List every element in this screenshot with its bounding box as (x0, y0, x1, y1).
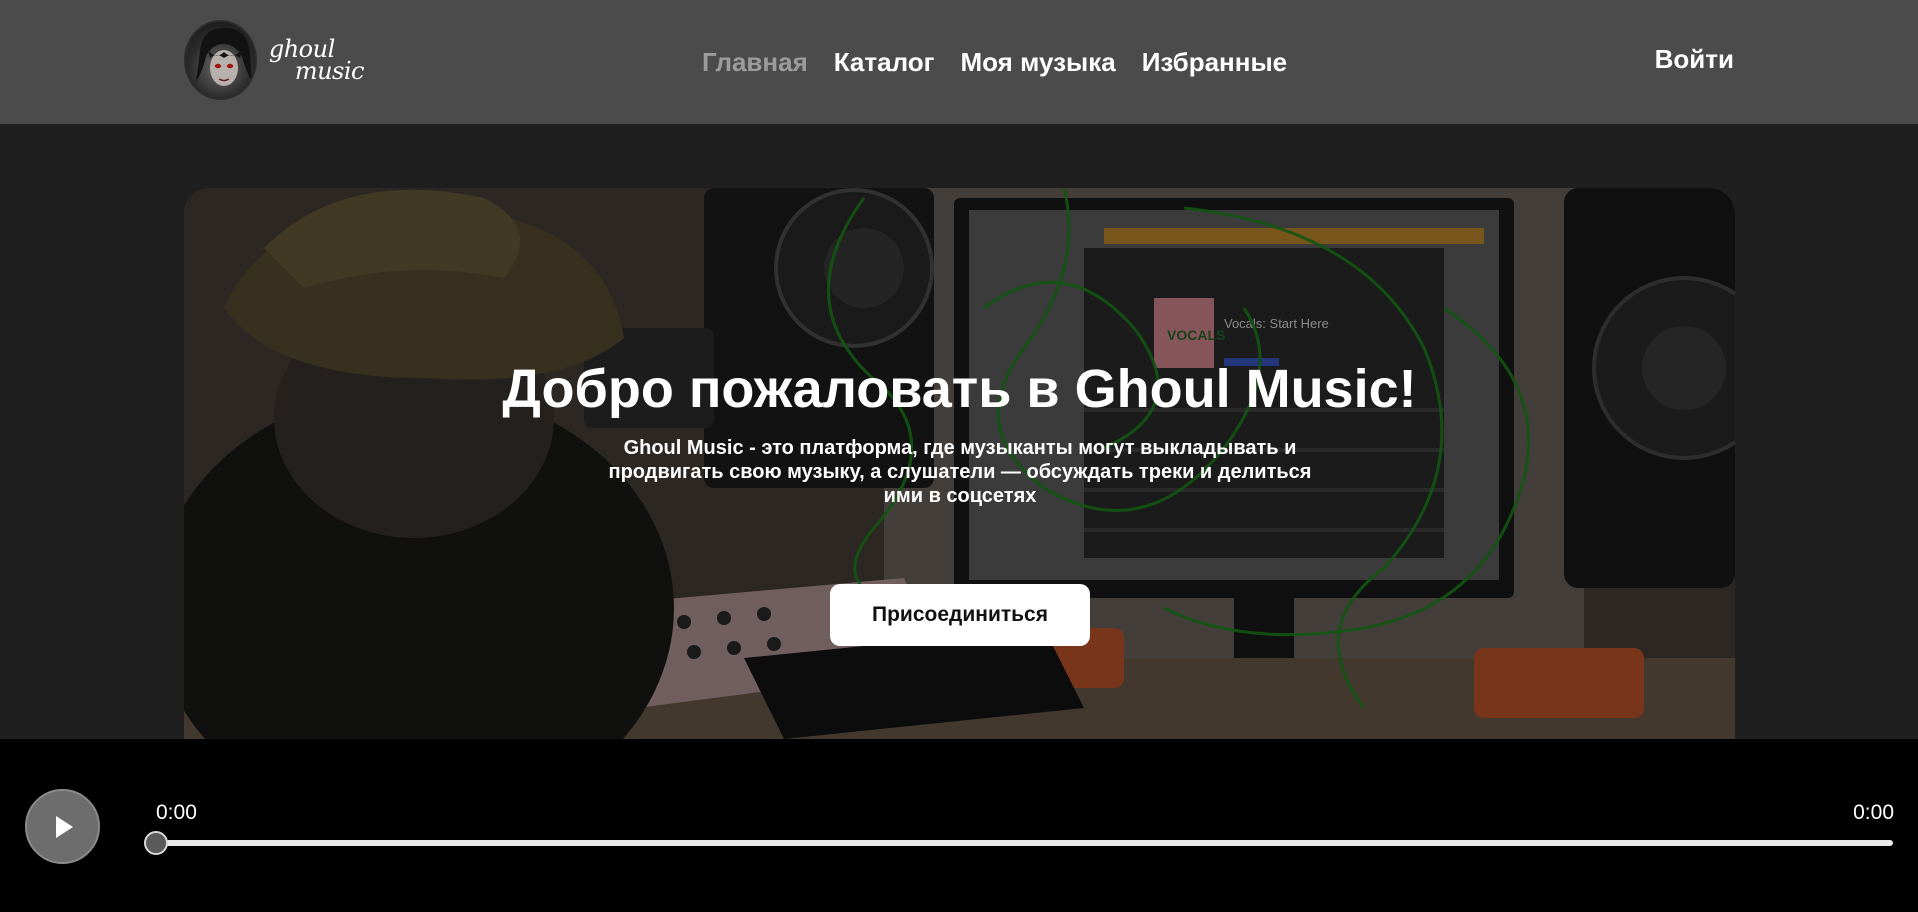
hero-description: Ghoul Music - это платформа, где музыкан… (608, 437, 1312, 507)
join-button[interactable]: Присоединиться (830, 584, 1090, 646)
logo-line-2: music (294, 57, 365, 85)
hero-title: Добро пожаловать в Ghoul Music! (502, 359, 1417, 419)
nav-item-home[interactable]: Главная (702, 47, 808, 78)
audio-player: 0:00 0:00 (0, 739, 1918, 912)
nav-item-favorites[interactable]: Избранные (1142, 47, 1287, 78)
current-time: 0:00 (156, 801, 197, 824)
logo-wordmark: ghoul music (269, 37, 365, 85)
nav-item-catalog[interactable]: Каталог (834, 47, 935, 78)
ghoul-avatar-icon (184, 20, 257, 100)
progress-thumb[interactable] (144, 831, 168, 855)
progress-track[interactable] (156, 840, 1893, 846)
login-link[interactable]: Войти (1655, 44, 1734, 75)
duration-time: 0:00 (1853, 801, 1894, 824)
hero-banner: VOCALS Vocals: Start Here Добро пожалова… (184, 188, 1735, 739)
main-nav: Главная Каталог Моя музыка Избранные (702, 44, 1287, 80)
play-icon (56, 815, 73, 838)
site-header: ghoul music Главная Каталог Моя музыка И… (0, 0, 1918, 124)
logo[interactable]: ghoul music (184, 20, 365, 100)
nav-item-my-music[interactable]: Моя музыка (960, 47, 1115, 78)
play-button[interactable] (25, 789, 100, 864)
